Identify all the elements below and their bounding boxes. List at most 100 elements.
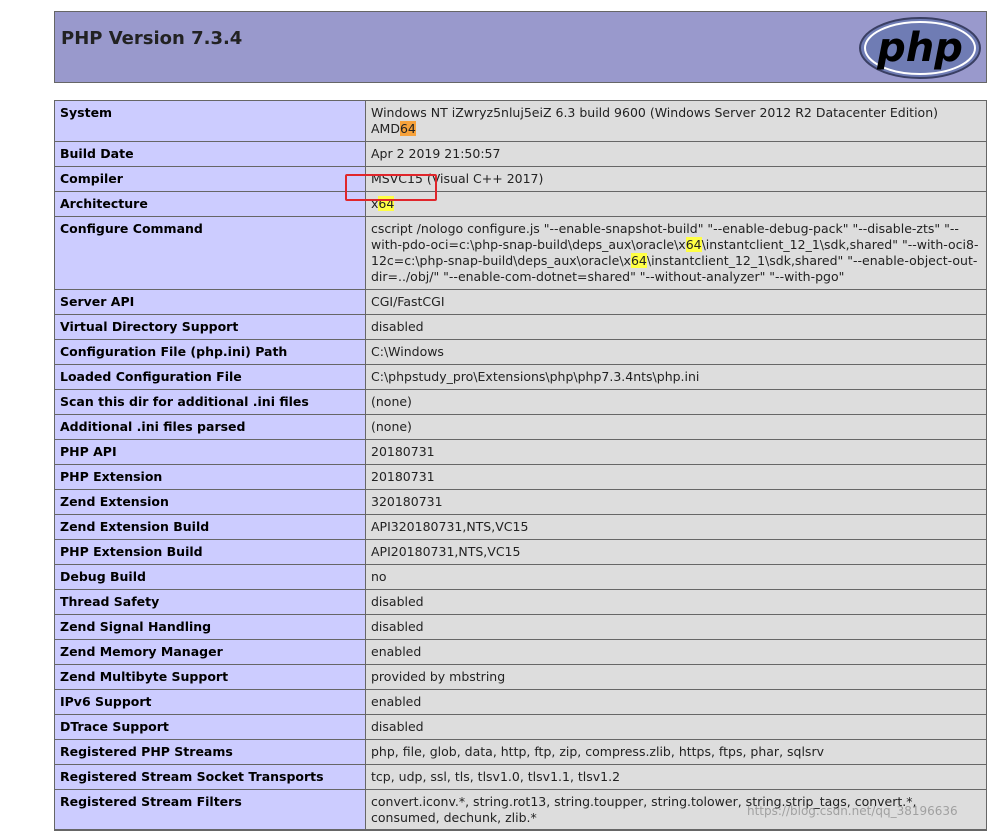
row-value: disabled [365, 314, 987, 340]
row-value: C:\Windows [365, 339, 987, 365]
table-row: PHP Extension 20180731 [54, 464, 987, 490]
row-key: DTrace Support [54, 714, 366, 740]
table-row: Zend Extension 320180731 [54, 489, 987, 515]
value-text: 20180731 [371, 444, 435, 459]
value-text: php, file, glob, data, http, ftp, zip, c… [371, 744, 824, 759]
value-text: no [371, 569, 387, 584]
table-row: Debug Build no [54, 564, 987, 590]
search-highlight: 64 [685, 237, 702, 252]
value-text: C:\phpstudy_pro\Extensions\php\php7.3.4n… [371, 369, 700, 384]
bottom-divider [54, 829, 987, 830]
row-key: Additional .ini files parsed [54, 414, 366, 440]
row-value: cscript /nologo configure.js "--enable-s… [365, 216, 987, 290]
row-key: Build Date [54, 141, 366, 167]
row-value: Apr 2 2019 21:50:57 [365, 141, 987, 167]
value-text: CGI/FastCGI [371, 294, 445, 309]
row-key: Architecture [54, 191, 366, 217]
row-key: Loaded Configuration File [54, 364, 366, 390]
row-value: 20180731 [365, 439, 987, 465]
row-key: Registered PHP Streams [54, 739, 366, 765]
row-value: (none) [365, 414, 987, 440]
value-text: Apr 2 2019 21:50:57 [371, 146, 501, 161]
row-value: enabled [365, 639, 987, 665]
table-row: DTrace Support disabled [54, 714, 987, 740]
php-info-table: System Windows NT iZwryz5nluj5eiZ 6.3 bui… [54, 100, 987, 831]
table-row: Zend Signal Handling disabled [54, 614, 987, 640]
table-row: System Windows NT iZwryz5nluj5eiZ 6.3 bui… [54, 100, 987, 142]
table-row: Registered PHP Streams php, file, glob, d… [54, 739, 987, 765]
row-value: API320180731,NTS,VC15 [365, 514, 987, 540]
table-row: Registered Stream Socket Transports tcp, … [54, 764, 987, 790]
table-row: Architecture x64 [54, 191, 987, 217]
table-row: Configuration File (php.ini) Path C:\Wind… [54, 339, 987, 365]
search-highlight: 64 [630, 253, 647, 268]
value-text: 20180731 [371, 469, 435, 484]
row-value: 320180731 [365, 489, 987, 515]
row-value: MSVC15 (Visual C++ 2017) [365, 166, 987, 192]
row-key: Compiler [54, 166, 366, 192]
table-row: Zend Memory Manager enabled [54, 639, 987, 665]
row-value: CGI/FastCGI [365, 289, 987, 315]
row-value: php, file, glob, data, http, ftp, zip, c… [365, 739, 987, 765]
row-key: System [54, 100, 366, 142]
table-row: Server API CGI/FastCGI [54, 289, 987, 315]
row-value: (none) [365, 389, 987, 415]
php-logo: php [859, 17, 981, 79]
row-key: Zend Signal Handling [54, 614, 366, 640]
value-text: enabled [371, 694, 422, 709]
table-row: PHP API 20180731 [54, 439, 987, 465]
row-key: PHP Extension Build [54, 539, 366, 565]
value-text: disabled [371, 594, 424, 609]
row-key: Configuration File (php.ini) Path [54, 339, 366, 365]
table-row: Compiler MSVC15 (Visual C++ 2017) [54, 166, 987, 192]
value-text: disabled [371, 719, 424, 734]
architecture-annotation-box [345, 174, 437, 201]
row-value: disabled [365, 714, 987, 740]
row-key: Configure Command [54, 216, 366, 290]
row-key: Thread Safety [54, 589, 366, 615]
value-text: disabled [371, 619, 424, 634]
row-value: API20180731,NTS,VC15 [365, 539, 987, 565]
value-text: (none) [371, 419, 412, 434]
value-text: 320180731 [371, 494, 443, 509]
row-key: Zend Memory Manager [54, 639, 366, 665]
search-highlight: 64 [399, 121, 416, 136]
table-row: Scan this dir for additional .ini files (… [54, 389, 987, 415]
table-row: IPv6 Support enabled [54, 689, 987, 715]
table-row: PHP Extension Build API20180731,NTS,VC15 [54, 539, 987, 565]
value-text: enabled [371, 644, 422, 659]
page-title: PHP Version 7.3.4 [61, 28, 243, 49]
table-row: Thread Safety disabled [54, 589, 987, 615]
row-key: Zend Extension [54, 489, 366, 515]
row-key: Debug Build [54, 564, 366, 590]
row-key: Registered Stream Socket Transports [54, 764, 366, 790]
row-value: x64 [365, 191, 987, 217]
row-key: IPv6 Support [54, 689, 366, 715]
row-value: C:\phpstudy_pro\Extensions\php\php7.3.4n… [365, 364, 987, 390]
row-value: provided by mbstring [365, 664, 987, 690]
php-info-header: PHP Version 7.3.4 php [54, 11, 987, 83]
value-text: Windows NT iZwryz5nluj5eiZ 6.3 build 960… [371, 105, 939, 136]
value-text: tcp, udp, ssl, tls, tlsv1.0, tlsv1.1, tl… [371, 769, 621, 784]
table-row: Configure Command cscript /nologo configu… [54, 216, 987, 290]
value-text: API320180731,NTS,VC15 [371, 519, 529, 534]
value-text: disabled [371, 319, 424, 334]
watermark: https://blog.csdn.net/qq_38196636 [747, 804, 958, 818]
table-row: Zend Extension Build API320180731,NTS,VC1… [54, 514, 987, 540]
row-value: no [365, 564, 987, 590]
value-text: API20180731,NTS,VC15 [371, 544, 521, 559]
row-key: Scan this dir for additional .ini files [54, 389, 366, 415]
value-text: C:\Windows [371, 344, 444, 359]
row-value: 20180731 [365, 464, 987, 490]
row-value: disabled [365, 589, 987, 615]
row-value: enabled [365, 689, 987, 715]
row-value: disabled [365, 614, 987, 640]
row-key: Zend Multibyte Support [54, 664, 366, 690]
table-row: Loaded Configuration File C:\phpstudy_pro… [54, 364, 987, 390]
php-logo-text: php [876, 25, 963, 71]
value-text: (none) [371, 394, 412, 409]
row-value: Windows NT iZwryz5nluj5eiZ 6.3 build 960… [365, 100, 987, 142]
table-row: Zend Multibyte Support provided by mbstri… [54, 664, 987, 690]
value-text: provided by mbstring [371, 669, 506, 684]
row-key: Registered Stream Filters [54, 789, 366, 831]
